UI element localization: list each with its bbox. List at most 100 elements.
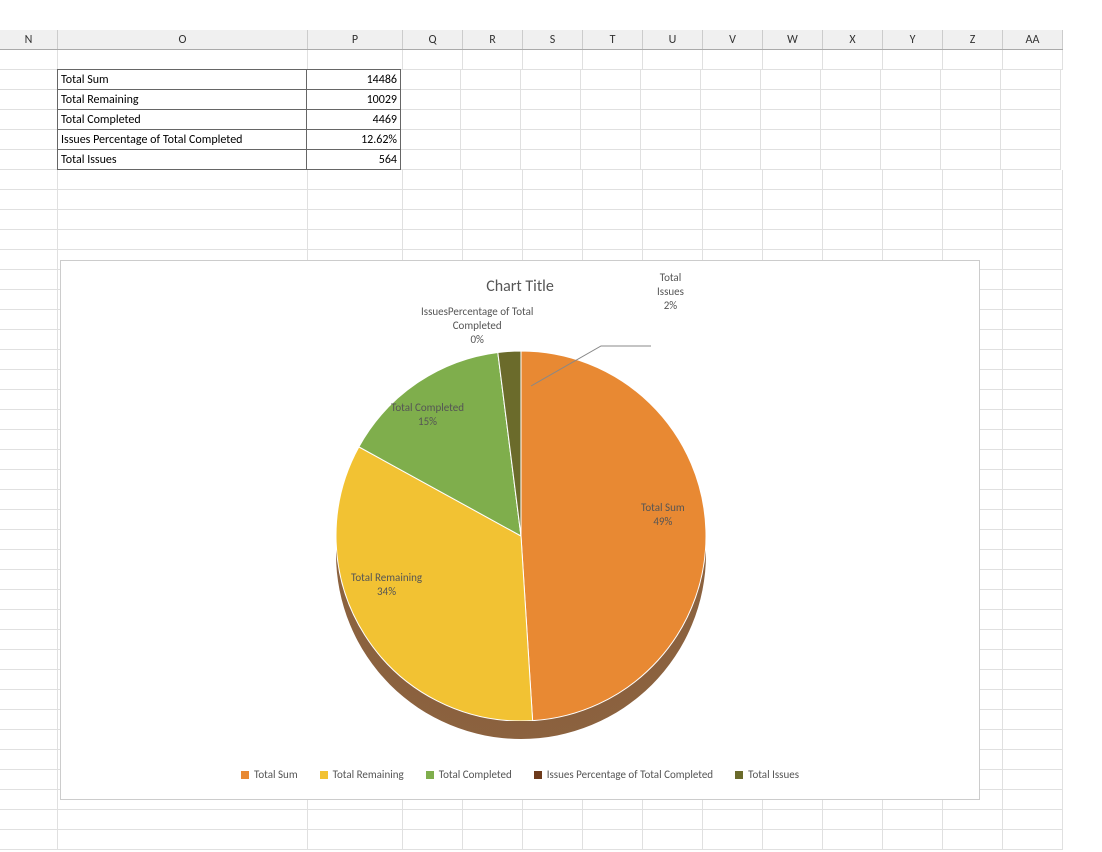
cell[interactable] [463,830,523,850]
cell[interactable] [1003,690,1063,710]
cell[interactable] [523,170,583,190]
col-Z[interactable]: Z [943,30,1003,49]
cell[interactable] [641,70,701,90]
cell[interactable] [523,230,583,250]
cell[interactable] [463,810,523,830]
cell[interactable] [1003,710,1063,730]
cell[interactable] [1003,770,1063,790]
cell[interactable] [943,190,1003,210]
cell[interactable] [401,150,461,170]
cell[interactable] [883,830,943,850]
cell[interactable] [0,170,58,190]
cell[interactable] [521,110,581,130]
cell[interactable] [1003,490,1063,510]
cell[interactable] [1001,150,1061,170]
cell[interactable] [58,830,308,850]
cell[interactable] [1003,430,1063,450]
cell[interactable] [883,210,943,230]
cell[interactable] [463,210,523,230]
cell[interactable] [641,150,701,170]
cell[interactable] [881,70,941,90]
cell[interactable] [823,50,883,70]
cell[interactable] [881,110,941,130]
cell[interactable] [0,190,58,210]
cell[interactable] [881,90,941,110]
cell[interactable] [883,230,943,250]
cell[interactable] [763,170,823,190]
cell[interactable] [943,170,1003,190]
cell[interactable] [0,110,58,130]
cell[interactable] [883,50,943,70]
cell[interactable] [401,70,461,90]
cell[interactable] [463,50,523,70]
cell[interactable] [1003,790,1063,810]
cell[interactable] [461,110,521,130]
col-AA[interactable]: AA [1003,30,1063,49]
cell[interactable] [641,90,701,110]
cell[interactable] [308,830,403,850]
cell[interactable] [58,170,308,190]
cell[interactable] [941,150,1001,170]
cell[interactable] [1003,670,1063,690]
cell[interactable] [883,170,943,190]
cell[interactable] [583,170,643,190]
cell[interactable] [308,210,403,230]
col-U[interactable]: U [643,30,703,49]
cell[interactable] [0,210,58,230]
cell[interactable] [703,210,763,230]
cell[interactable] [0,150,58,170]
cell[interactable] [941,70,1001,90]
cell[interactable] [643,830,703,850]
cell[interactable] [308,810,403,830]
cell[interactable] [0,510,58,530]
cell[interactable] [1003,410,1063,430]
cell[interactable] [0,810,58,830]
cell[interactable] [641,130,701,150]
col-X[interactable]: X [823,30,883,49]
cell[interactable] [0,130,58,150]
cell[interactable] [0,550,58,570]
cell[interactable] [823,830,883,850]
cell[interactable] [403,830,463,850]
cell[interactable] [0,650,58,670]
cell[interactable] [1003,590,1063,610]
pie-chart[interactable]: Chart Title Total Sum49% Total Remaining… [60,260,980,800]
cell[interactable] [703,810,763,830]
col-S[interactable]: S [523,30,583,49]
col-P[interactable]: P [308,30,403,49]
cell[interactable] [881,150,941,170]
cell[interactable] [1003,330,1063,350]
cell[interactable] [583,190,643,210]
cell[interactable] [703,830,763,850]
cell[interactable] [0,830,58,850]
cell[interactable] [1001,130,1061,150]
cell[interactable] [58,190,308,210]
cell[interactable] [823,210,883,230]
cell[interactable] [821,70,881,90]
cell[interactable] [881,130,941,150]
cell[interactable] [1003,310,1063,330]
cell[interactable] [763,50,823,70]
cell[interactable] [701,150,761,170]
col-Q[interactable]: Q [403,30,463,49]
cell[interactable] [0,610,58,630]
cell[interactable] [461,70,521,90]
col-Y[interactable]: Y [883,30,943,49]
cell[interactable] [0,630,58,650]
cell[interactable] [703,170,763,190]
cell[interactable] [581,150,641,170]
cell[interactable]: Total Completed [57,109,307,130]
cell[interactable] [1001,110,1061,130]
cell[interactable] [58,230,308,250]
cell[interactable] [1003,530,1063,550]
cell[interactable] [703,190,763,210]
cell[interactable] [0,430,58,450]
cell[interactable] [0,490,58,510]
cell[interactable] [583,230,643,250]
cell[interactable] [0,350,58,370]
cell[interactable] [403,230,463,250]
cell[interactable] [521,90,581,110]
slice-total-sum[interactable] [521,351,706,721]
cell[interactable] [1003,210,1063,230]
cell[interactable] [1003,510,1063,530]
